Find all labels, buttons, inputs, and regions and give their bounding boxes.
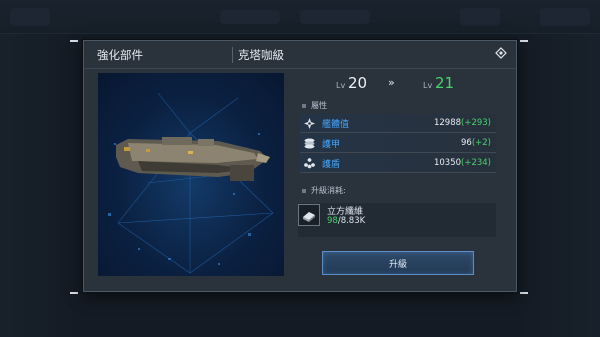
stat-name: 護盾 — [322, 160, 341, 170]
level-indicator: Lv 20 » Lv 21 — [299, 73, 506, 95]
header-divider — [232, 47, 233, 63]
info-diamond-icon[interactable] — [494, 46, 508, 60]
shield-icon — [302, 156, 317, 171]
stat-name: 艦體值 — [322, 120, 350, 130]
dialog-header: 強化部件 克塔咖級 — [84, 41, 516, 69]
stat-value: 10350(+234) — [433, 158, 491, 168]
background-element — [10, 8, 50, 26]
frame-corner-marker — [520, 292, 528, 294]
ship-class-name: 克塔咖級 — [238, 48, 284, 62]
upgrade-cost-heading: 升級消耗: — [297, 184, 497, 198]
next-level-prefix: Lv — [423, 81, 433, 90]
background-right-panel — [520, 34, 600, 337]
stat-name: 護甲 — [322, 140, 341, 150]
background-left-panel — [0, 34, 76, 337]
upgrade-cost-item[interactable]: 立方纖維 98/8.83K — [298, 203, 496, 237]
ship-hologram-scene — [108, 92, 274, 274]
stat-row-armor: 護甲 96(+2) — [300, 134, 496, 153]
next-level: 21 — [435, 74, 455, 92]
heading-bullet-icon — [302, 104, 306, 108]
fleet-value-icon — [302, 116, 317, 131]
frame-corner-marker — [520, 40, 528, 42]
stat-value: 96(+2) — [461, 138, 491, 148]
stat-row-shield: 護盾 10350(+234) — [300, 154, 496, 173]
stat-row-hull: 艦體值 12988(+293) — [300, 114, 496, 133]
spaceship-model-icon — [116, 137, 270, 181]
armor-icon — [302, 136, 317, 151]
dialog-title: 強化部件 — [97, 48, 143, 62]
cost-item-count: 98/8.83K — [327, 216, 366, 226]
attributes-heading: 屬性 — [297, 99, 497, 113]
upgrade-dialog: 強化部件 克塔咖級 Lv 20 » Lv 21 屬性 艦體值 12988(+29… — [83, 40, 517, 292]
ship-preview-viewport[interactable] — [98, 73, 284, 276]
upgrade-button[interactable]: 升級 — [322, 251, 474, 275]
cube-fiber-icon — [298, 204, 320, 226]
background-element — [460, 8, 500, 26]
background-element — [300, 10, 370, 24]
frame-corner-marker — [70, 292, 78, 294]
background-element — [540, 8, 590, 26]
heading-bullet-icon — [302, 189, 306, 193]
current-level: 20 — [348, 74, 368, 92]
frame-corner-marker — [70, 40, 78, 42]
current-level-prefix: Lv — [336, 81, 346, 90]
background-element — [220, 10, 280, 24]
stat-value: 12988(+293) — [433, 118, 491, 128]
level-arrow-icon: » — [388, 76, 395, 89]
